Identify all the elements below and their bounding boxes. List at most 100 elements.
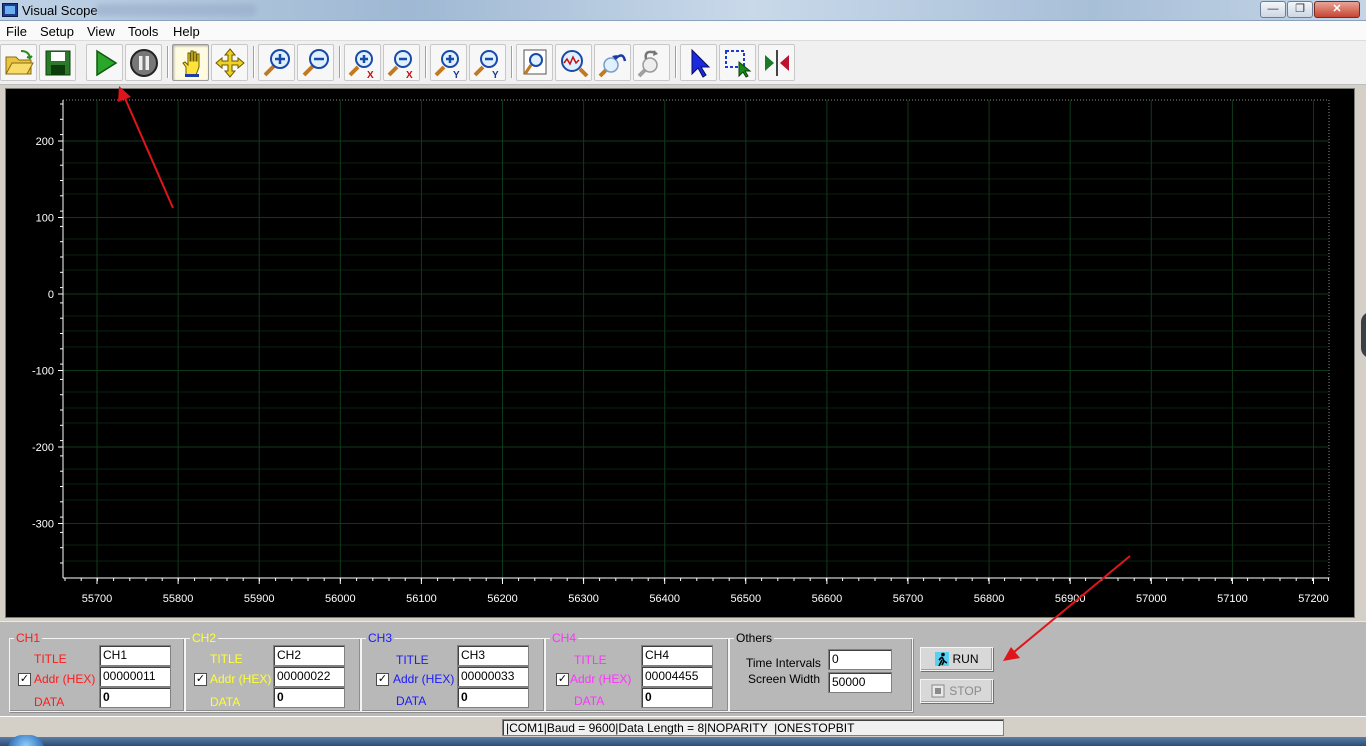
run-button[interactable]: RUN	[920, 647, 993, 671]
channel-2-data-label: DATA	[210, 695, 241, 709]
menu-view[interactable]: View	[87, 24, 115, 39]
channel-2-addr-input[interactable]: 00000022	[273, 666, 345, 687]
zoom-in-x-icon: X	[348, 50, 374, 79]
x-tick-label: 57000	[1136, 593, 1167, 605]
zoom-auto-button[interactable]	[555, 44, 592, 81]
channel-1-title-label: TITLE	[34, 652, 67, 666]
x-tick-label: 56900	[1055, 593, 1086, 605]
menu-tools[interactable]: Tools	[128, 24, 158, 39]
channel-3-data-label: DATA	[396, 694, 427, 708]
cursor-measure-button[interactable]	[758, 44, 795, 81]
zoom-auto-icon	[561, 50, 589, 78]
zoom-out-y-button[interactable]: Y	[469, 44, 506, 81]
channel-3-group: CH3 TITLE ✓ Addr (HEX) DATA CH3 00000033…	[361, 631, 545, 712]
pointer-button[interactable]	[680, 44, 717, 81]
channel-2-enable-checkbox[interactable]: ✓	[194, 673, 207, 686]
menu-file[interactable]: File	[6, 24, 27, 39]
serial-status: |COM1|Baud = 9600|Data Length = 8|NOPARI…	[502, 719, 1004, 736]
channel-4-data-label: DATA	[574, 694, 605, 708]
svg-text:Y: Y	[492, 70, 499, 79]
window-title: Visual Scope	[22, 3, 98, 18]
x-tick-label: 56000	[325, 593, 356, 605]
menu-bar: File Setup View Tools Help	[0, 21, 1366, 41]
channel-4-legend: CH4	[550, 631, 579, 645]
toolbar-separator	[253, 46, 255, 78]
zoom-in-icon	[263, 49, 290, 77]
title-bar: Visual Scope — ❐ ✕	[0, 0, 1366, 21]
channel-1-addr-input[interactable]: 00000011	[99, 666, 171, 687]
zoom-undo-icon	[598, 54, 627, 78]
stop-button[interactable]: STOP	[920, 679, 993, 703]
x-tick-label: 56800	[974, 593, 1005, 605]
side-panel-tab[interactable]	[1361, 312, 1366, 358]
channel-4-title-label: TITLE	[574, 653, 607, 667]
running-man-icon	[934, 652, 949, 666]
y-tick-label: -200	[32, 442, 54, 454]
open-button[interactable]	[0, 44, 37, 81]
channel-1-enable-checkbox[interactable]: ✓	[18, 673, 31, 686]
screen-width-label: Screen Width	[748, 672, 821, 686]
channel-3-title-label: TITLE	[396, 653, 429, 667]
run-toolbar-button[interactable]	[86, 44, 123, 81]
channel-2-legend: CH2	[190, 631, 219, 645]
x-tick-label: 56200	[487, 593, 518, 605]
pan-hand-button[interactable]	[172, 44, 209, 81]
channel-2-title-label: TITLE	[210, 652, 243, 666]
start-button[interactable]	[8, 735, 44, 746]
time-intervals-label: Time Intervals	[746, 656, 821, 670]
menu-help[interactable]: Help	[173, 24, 200, 39]
toolbar-separator	[511, 46, 513, 78]
zoom-out-x-button[interactable]: X	[383, 44, 420, 81]
channel-2-title-input[interactable]: CH2	[273, 645, 345, 666]
y-tick-label: -100	[32, 366, 54, 378]
channel-4-data-value: 0	[641, 687, 713, 708]
x-tick-label: 56700	[893, 593, 924, 605]
pointer-icon	[691, 48, 711, 78]
zoom-in-y-icon: Y	[434, 50, 460, 79]
zoom-in-x-button[interactable]: X	[344, 44, 381, 81]
pause-toolbar-button[interactable]	[125, 44, 162, 81]
channel-1-addr-label: Addr (HEX)	[34, 672, 96, 686]
zoom-in-y-button[interactable]: Y	[430, 44, 467, 81]
svg-text:X: X	[406, 70, 413, 79]
zoom-undo-button[interactable]	[594, 44, 631, 81]
hand-icon	[182, 50, 200, 77]
x-tick-label: 56500	[731, 593, 762, 605]
time-intervals-input[interactable]: 0	[828, 649, 892, 670]
toolbar: X X Y Y	[0, 41, 1366, 85]
app-icon	[2, 3, 18, 17]
region-select-icon	[725, 50, 752, 78]
channel-3-addr-label: Addr (HEX)	[393, 672, 455, 686]
others-legend: Others	[734, 631, 775, 645]
channel-1-title-input[interactable]: CH1	[99, 645, 171, 666]
channel-4-enable-checkbox[interactable]: ✓	[556, 673, 569, 686]
channel-3-addr-input[interactable]: 00000033	[457, 666, 529, 687]
region-select-button[interactable]	[719, 44, 756, 81]
close-button[interactable]: ✕	[1314, 1, 1360, 18]
cursor-measure-icon	[765, 50, 789, 76]
save-button[interactable]	[39, 44, 76, 81]
toolbar-separator	[425, 46, 427, 78]
channel-3-enable-checkbox[interactable]: ✓	[376, 673, 389, 686]
zoom-redo-button[interactable]	[633, 44, 670, 81]
screen-width-input[interactable]: 50000	[828, 672, 892, 693]
toolbar-separator	[339, 46, 341, 78]
zoom-in-button[interactable]	[258, 44, 295, 81]
others-group: Others Time Intervals Screen Width 0 500…	[729, 631, 913, 712]
maximize-button[interactable]: ❐	[1287, 1, 1313, 18]
channel-3-title-input[interactable]: CH3	[457, 645, 529, 666]
stop-button-label: STOP	[949, 684, 982, 698]
zoom-out-button[interactable]	[297, 44, 334, 81]
channel-1-data-value: 0	[99, 687, 171, 708]
zoom-fit-button[interactable]	[516, 44, 553, 81]
minimize-button[interactable]: —	[1260, 1, 1286, 18]
channel-4-title-input[interactable]: CH4	[641, 645, 713, 666]
zoom-fit-icon	[523, 49, 547, 75]
x-tick-label: 56300	[568, 593, 599, 605]
channel-4-addr-input[interactable]: 00004455	[641, 666, 713, 687]
scope-display[interactable]: 200 100 0 -100 -200 -300 55700 55800 55900 56000 5…	[5, 88, 1355, 618]
menu-setup[interactable]: Setup	[40, 24, 74, 39]
channel-2-data-value: 0	[273, 687, 345, 708]
zoom-out-y-icon: Y	[473, 50, 499, 79]
move-button[interactable]	[211, 44, 248, 81]
